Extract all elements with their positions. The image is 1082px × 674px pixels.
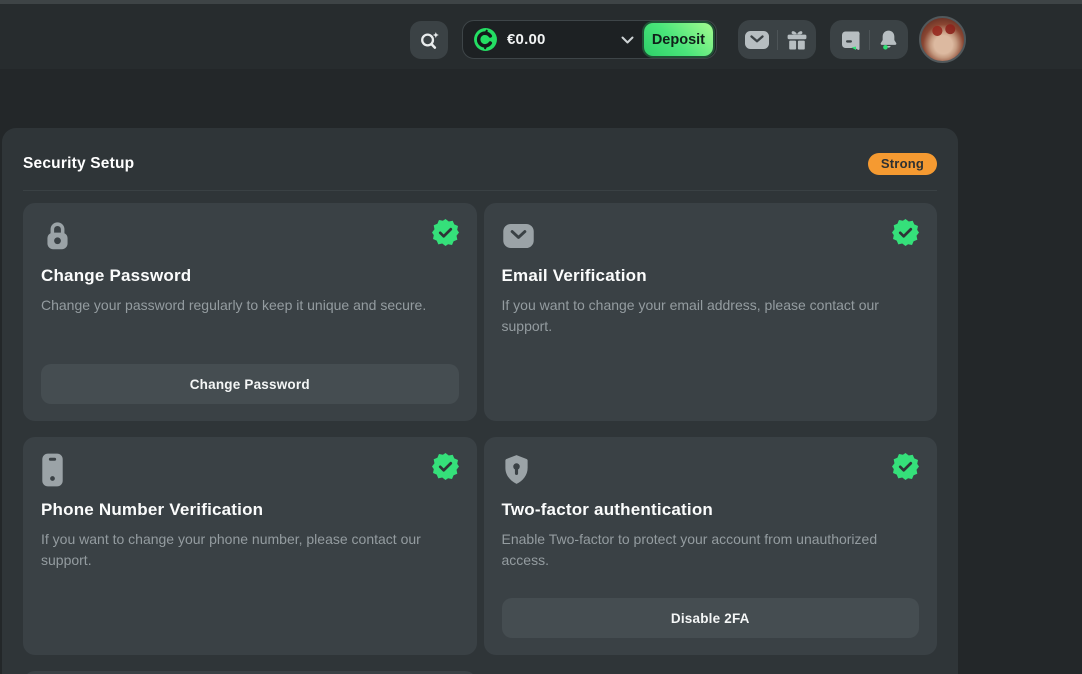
mail-button[interactable] bbox=[738, 20, 777, 59]
notifications-button[interactable] bbox=[870, 20, 909, 59]
security-cards-grid: Change Password Change your password reg… bbox=[23, 203, 937, 674]
verified-badge-icon bbox=[432, 219, 459, 246]
verified-badge-icon bbox=[432, 453, 459, 480]
chat-notifications-group bbox=[830, 20, 908, 59]
avatar[interactable] bbox=[919, 16, 966, 63]
security-setup-panel: Security Setup Strong bbox=[2, 128, 958, 674]
card-description: Enable Two-factor to protect your accoun… bbox=[502, 529, 920, 571]
disable-2fa-button[interactable]: Disable 2FA bbox=[502, 598, 920, 638]
shield-keyhole-icon bbox=[502, 453, 531, 487]
panel-header: Security Setup Strong bbox=[2, 128, 958, 175]
card-title: Two-factor authentication bbox=[502, 500, 920, 520]
gift-icon bbox=[785, 28, 809, 52]
bell-icon bbox=[877, 28, 900, 52]
mail-gift-group bbox=[738, 20, 816, 59]
crypto-coin-icon bbox=[473, 27, 498, 52]
wallet-balance-selector[interactable]: €0.00 Deposit bbox=[462, 20, 717, 59]
card-title: Email Verification bbox=[502, 266, 920, 286]
card-phone-verification: Phone Number Verification If you want to… bbox=[23, 437, 477, 655]
lock-icon bbox=[41, 219, 74, 253]
card-description: If you want to change your phone number,… bbox=[41, 529, 459, 571]
verified-badge-icon bbox=[892, 219, 919, 246]
change-password-button[interactable]: Change Password bbox=[41, 364, 459, 404]
card-title: Change Password bbox=[41, 266, 459, 286]
chat-button[interactable] bbox=[830, 20, 869, 59]
envelope-icon bbox=[502, 219, 535, 253]
card-description: Change your password regularly to keep i… bbox=[41, 295, 459, 316]
search-button[interactable] bbox=[410, 21, 448, 59]
password-strength-badge: Strong bbox=[868, 153, 937, 175]
search-icon bbox=[418, 29, 441, 52]
card-email-verification: Email Verification If you want to change… bbox=[484, 203, 938, 421]
card-change-password: Change Password Change your password reg… bbox=[23, 203, 477, 421]
balance-amount: €0.00 bbox=[507, 31, 546, 48]
deposit-button[interactable]: Deposit bbox=[644, 23, 713, 56]
card-description: If you want to change your email address… bbox=[502, 295, 920, 337]
card-two-factor: Two-factor authentication Enable Two-fac… bbox=[484, 437, 938, 655]
gift-button[interactable] bbox=[778, 20, 817, 59]
card-title: Phone Number Verification bbox=[41, 500, 459, 520]
topbar: €0.00 Deposit bbox=[0, 4, 1082, 69]
verified-badge-icon bbox=[892, 453, 919, 480]
header-divider bbox=[23, 190, 937, 191]
mail-icon bbox=[744, 30, 770, 50]
page-title: Security Setup bbox=[23, 155, 134, 173]
chat-icon bbox=[837, 28, 861, 52]
phone-icon bbox=[41, 453, 64, 487]
chevron-down-icon bbox=[621, 36, 634, 44]
